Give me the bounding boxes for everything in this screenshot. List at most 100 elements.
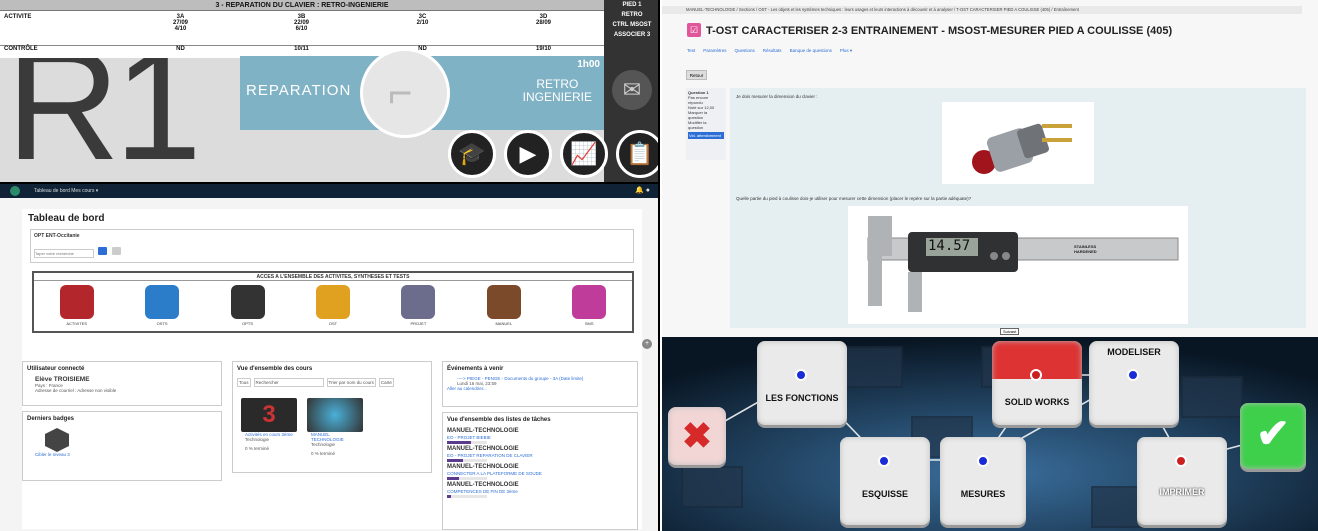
access-icon-graphic bbox=[59, 285, 94, 319]
access-icon-graphic bbox=[486, 285, 521, 319]
task-item[interactable]: MANUEL-TECHNOLOGIE EO - PROJET BIEBIE bbox=[443, 427, 637, 444]
tasks-title: Vue d'ensemble des listes de tâches bbox=[447, 417, 551, 423]
key-les-fonctions[interactable]: LES FONCTIONS bbox=[757, 341, 847, 425]
video-play-icon[interactable]: ▶ bbox=[504, 130, 552, 178]
access-icon-graphic bbox=[315, 285, 350, 319]
breadcrumb[interactable]: MANUEL-TECHNOLOGIE / Sections / OST - Le… bbox=[662, 6, 1302, 14]
graduation-cap-icon[interactable]: 🎓 bbox=[448, 130, 496, 178]
task-progress-bar bbox=[447, 459, 487, 462]
label-mesures: MESURES bbox=[960, 489, 1006, 499]
course2-name[interactable]: MANUEL TECHNOLOGIE bbox=[307, 432, 367, 442]
repair-banner: 1h00 REPARATION ⌐ RETRO INGENIERIE bbox=[240, 48, 604, 138]
ctrl-3b: 10/11 bbox=[294, 46, 309, 52]
badges-card: Derniers badges Cibler le niveau 3 bbox=[22, 411, 222, 481]
course1-progress: 0 % terminé bbox=[245, 446, 270, 451]
banner-retro: RETRO INGENIERIE bbox=[522, 77, 592, 104]
question-info-line[interactable]: question bbox=[688, 125, 724, 130]
user-name: Elève TROISIEME bbox=[35, 376, 90, 383]
key-solid-works[interactable]: SOLID WORKS bbox=[992, 341, 1082, 425]
access-icon-5[interactable]: MANUEL bbox=[484, 285, 524, 326]
user-card: Utilisateur connecté Elève TROISIEME Pay… bbox=[22, 361, 222, 406]
access-icon-label: OST bbox=[328, 321, 338, 326]
attempt-button[interactable]: Vid. attentivement bbox=[688, 132, 724, 139]
course-card-1[interactable]: 3 Activités en cours 3ème Technologie 0 … bbox=[241, 398, 301, 451]
badge-caption[interactable]: Cibler le niveau 3 bbox=[23, 452, 221, 457]
access-icon-label: SMS bbox=[584, 321, 594, 326]
nav-items[interactable]: Tableau de bord Mes cours ▾ bbox=[34, 188, 98, 194]
push-button-image bbox=[942, 102, 1094, 184]
access-icon-6[interactable]: SMS bbox=[569, 285, 609, 326]
courses-search-input[interactable]: Rechercher bbox=[253, 378, 324, 387]
col-3a: 3A 27/09 4/10 bbox=[172, 14, 188, 32]
badge-icon[interactable] bbox=[45, 428, 69, 452]
tab-3[interactable]: Résultats bbox=[763, 48, 782, 54]
user-menu-icon[interactable]: 🔔 ● bbox=[635, 184, 650, 198]
tab-1[interactable]: Paramètres bbox=[703, 48, 726, 54]
caliper-image[interactable]: 14.57 STAINLESS HARDENED bbox=[848, 206, 1188, 324]
task-title: MANUEL-TECHNOLOGIE bbox=[447, 482, 519, 488]
access-icon-graphic bbox=[572, 285, 607, 319]
col-3b: 3B 22/09 6/10 bbox=[293, 14, 309, 32]
keycap-icon: ⌐ bbox=[360, 48, 450, 138]
label-imprimer: IMPRIMER bbox=[1159, 487, 1205, 497]
banner-reparation: REPARATION bbox=[246, 82, 352, 99]
cancel-key[interactable]: ✖ bbox=[668, 407, 726, 465]
key-modeliser[interactable]: MODELISER bbox=[1089, 341, 1179, 425]
courses-sort-select[interactable]: Trier par nom du cours bbox=[326, 378, 376, 387]
access-icon-1[interactable]: OSTS bbox=[142, 285, 182, 326]
label-activite: ACTIVITE bbox=[4, 14, 32, 20]
access-icon-3[interactable]: OST bbox=[313, 285, 353, 326]
schedule-table: 3 - REPARATION DU CLAVIER : RETRO-INGENI… bbox=[0, 0, 604, 58]
ctrl-3a: ND bbox=[176, 46, 185, 52]
round-icons: 🎓 ▶ 📈 📋 bbox=[448, 130, 658, 178]
back-button[interactable]: Retour bbox=[686, 70, 707, 80]
keyboard-map: ✖ LES FONCTIONS SOLID WORKS MODELISER ES… bbox=[662, 337, 1318, 531]
site-logo-icon[interactable] bbox=[10, 186, 20, 196]
validate-key[interactable]: ✔ bbox=[1240, 403, 1306, 469]
key-imprimer[interactable]: IMPRIMER bbox=[1137, 437, 1227, 525]
access-icon-0[interactable]: ACTIVITES bbox=[57, 285, 97, 326]
col-3d: 3D 28/09 bbox=[535, 14, 551, 26]
key-mesures[interactable]: MESURES bbox=[940, 437, 1026, 525]
mail-diamond-icon: ✉ bbox=[612, 70, 652, 110]
task-item[interactable]: MANUEL-TECHNOLOGIE CONNECTER A LA PLATEFO… bbox=[443, 463, 637, 480]
course2-category: Technologie bbox=[311, 442, 336, 447]
tab-2[interactable]: Questions bbox=[735, 48, 755, 54]
label-controle: CONTRÔLE bbox=[4, 46, 38, 52]
access-icon-graphic bbox=[230, 285, 265, 319]
task-subtitle[interactable]: CONNECTER A LA PLATEFORME DE SOUDE bbox=[443, 471, 637, 476]
task-subtitle[interactable]: COMPETENCES DE FIN DE 3ème bbox=[443, 489, 637, 494]
courses-filter-select[interactable]: Tous bbox=[237, 378, 251, 387]
course2-image bbox=[307, 398, 363, 432]
task-item[interactable]: MANUEL-TECHNOLOGIE COMPETENCES DE FIN DE … bbox=[443, 481, 637, 498]
task-progress-bar bbox=[447, 495, 487, 498]
access-icon-graphic bbox=[401, 285, 436, 319]
course1-category: Technologie bbox=[245, 437, 270, 442]
calendar-link[interactable]: Aller au calendrier... bbox=[443, 386, 637, 391]
expand-icon[interactable]: + bbox=[642, 339, 652, 349]
label-solid-works: SOLID WORKS bbox=[1004, 397, 1070, 407]
access-icon-4[interactable]: PROJET bbox=[398, 285, 438, 326]
reset-button[interactable] bbox=[111, 246, 121, 255]
tab-5[interactable]: Plus ▾ bbox=[840, 48, 852, 54]
access-icon-2[interactable]: OPTS bbox=[228, 285, 268, 326]
key-esquisse[interactable]: ESQUISSE bbox=[840, 437, 930, 525]
growth-chart-icon[interactable]: 📈 bbox=[560, 130, 608, 178]
tab-4[interactable]: Banque de questions bbox=[790, 48, 832, 54]
task-item[interactable]: MANUEL-TECHNOLOGIE EO - PROJET REPARATION… bbox=[443, 445, 637, 462]
tab-0[interactable]: Test bbox=[687, 48, 695, 54]
node-dot-fonctions bbox=[795, 369, 807, 381]
course-card-2[interactable]: MANUEL TECHNOLOGIE Technologie 0 % termi… bbox=[307, 398, 367, 456]
access-title: ACCES A L'ENSEMBLE DES ACTIVITES, SYNTHE… bbox=[34, 273, 632, 281]
search-input[interactable] bbox=[34, 249, 94, 258]
task-subtitle[interactable]: EO - PROJET BIEBIE bbox=[443, 435, 637, 440]
schedule-row-activite: ACTIVITE 3A 27/09 4/10 3B 22/09 6/10 3C 2/10 … bbox=[0, 14, 604, 32]
finish-button[interactable]: Suivant bbox=[1000, 328, 1020, 335]
search-button[interactable] bbox=[98, 246, 108, 255]
clipboard-checklist-icon[interactable]: 📋 bbox=[616, 130, 658, 178]
quiz-tabs: Test Paramètres Questions Résultats Banque d… bbox=[687, 48, 852, 54]
access-icon-label: ACTIVITES bbox=[66, 321, 88, 326]
courses-view-select[interactable]: Carte bbox=[378, 378, 394, 387]
access-icon-label: MANUEL bbox=[495, 321, 513, 326]
task-subtitle[interactable]: EO - PROJET REPARATION DE CLAVIER bbox=[443, 453, 637, 458]
